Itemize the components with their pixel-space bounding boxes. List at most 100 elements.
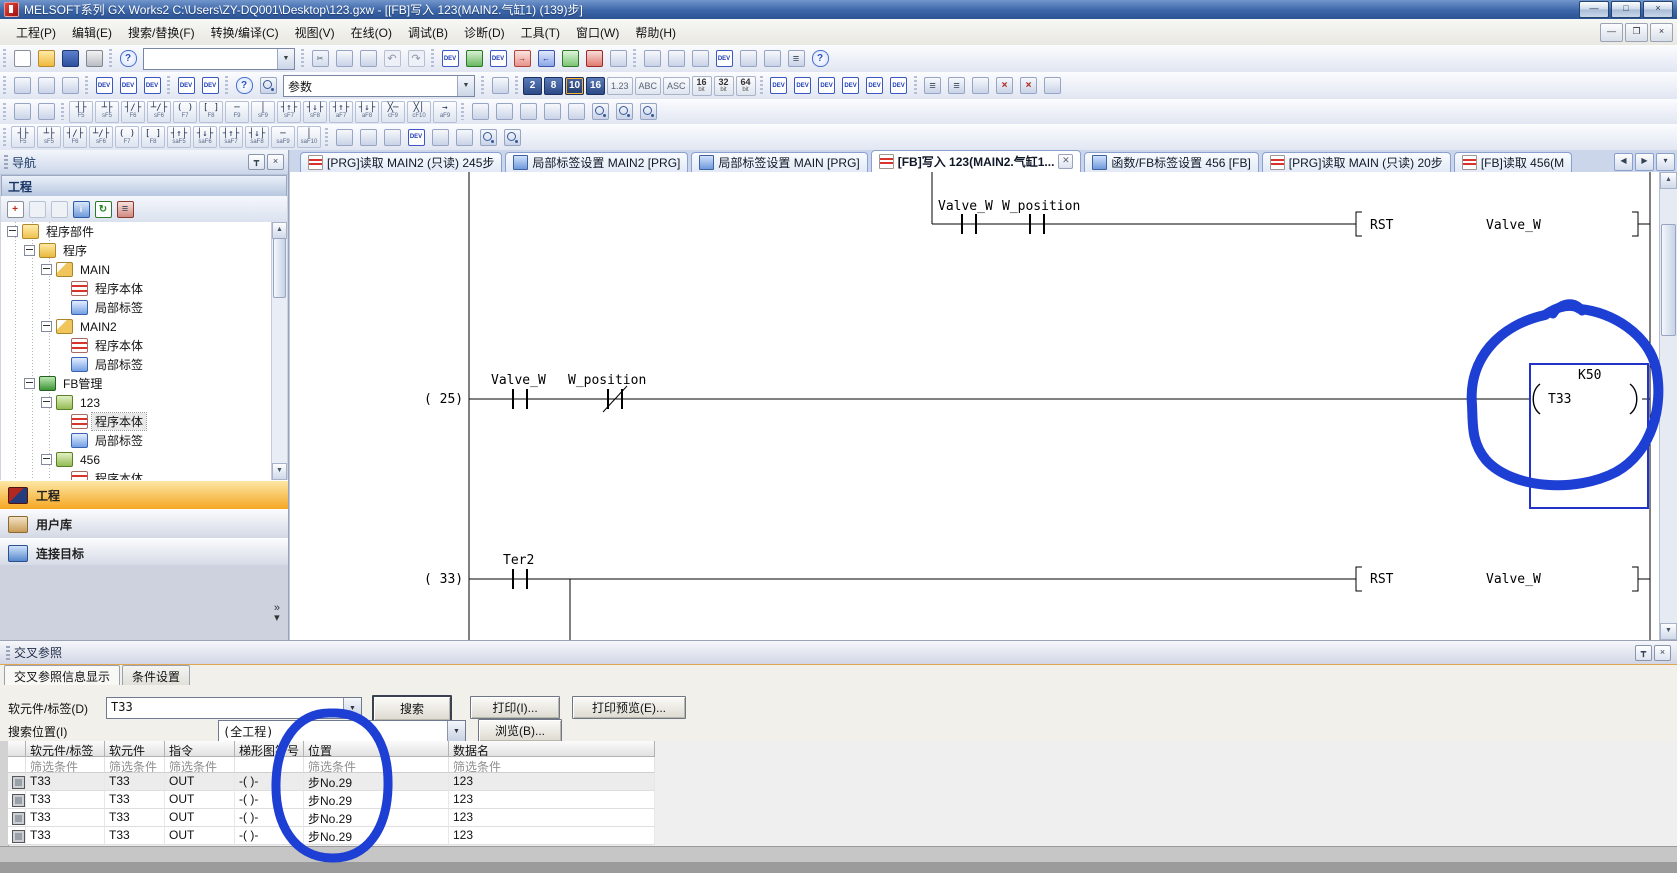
- radix-10-button[interactable]: 10: [565, 77, 584, 95]
- ladder-tool-F7[interactable]: ( )F7: [173, 101, 197, 123]
- device-restore-button[interactable]: [863, 75, 887, 97]
- radix-8-button[interactable]: 8: [544, 77, 563, 95]
- pin-icon[interactable]: ┳: [1635, 645, 1652, 661]
- device-combo[interactable]: T33 ▼: [106, 697, 362, 719]
- tree-item-局部标签[interactable]: 局部标签: [1, 298, 287, 317]
- help2-button[interactable]: [808, 48, 832, 70]
- ladder-tool-aF9[interactable]: →aF9: [433, 101, 457, 123]
- tree-item-程序部件[interactable]: 程序部件: [1, 222, 287, 241]
- write-to-plc-button[interactable]: [510, 48, 534, 70]
- table-row[interactable]: T33T33OUT-( )-步No.29123: [8, 773, 1677, 791]
- tab-list-icon[interactable]: ▾: [1656, 153, 1675, 171]
- program-check-button[interactable]: [462, 48, 486, 70]
- instruction-operand[interactable]: Valve_W: [1486, 572, 1541, 587]
- remote-operation-button[interactable]: [760, 48, 784, 70]
- print-button[interactable]: [82, 48, 106, 70]
- window-close-all-button[interactable]: [1017, 75, 1041, 97]
- print-button[interactable]: 打印(I)...: [470, 696, 560, 719]
- clock-setting-button[interactable]: [736, 48, 760, 70]
- ladder-tool-F5[interactable]: ┤├F5: [69, 101, 93, 123]
- scrollbar-thumb[interactable]: [1661, 224, 1676, 336]
- menu-item-在线(O)[interactable]: 在线(O): [343, 21, 400, 44]
- line-erase-button[interactable]: [516, 101, 540, 123]
- tree-item-程序[interactable]: 程序: [1, 241, 287, 260]
- mdi-restore-button[interactable]: ❐: [1625, 23, 1648, 42]
- ladder-tool-cF9[interactable]: ╳─cF9: [381, 101, 405, 123]
- new-project-button[interactable]: [10, 48, 34, 70]
- monitor-mode-button[interactable]: [640, 48, 664, 70]
- menu-item-视图(V)[interactable]: 视图(V): [287, 21, 343, 44]
- expand-panel-button[interactable]: »▾: [274, 603, 280, 623]
- ladder-tool-aF8[interactable]: ┤↓├aF8: [355, 101, 379, 123]
- ladder-tool-F8[interactable]: [ ]F8: [141, 126, 165, 148]
- paste-item-button[interactable]: [48, 198, 70, 220]
- toolbar-grip[interactable]: [3, 76, 6, 95]
- toolbar-grip[interactable]: [3, 49, 6, 68]
- ladder-tool-F6[interactable]: ┤/├F6: [121, 101, 145, 123]
- bit-64-button[interactable]: 64bit: [736, 76, 756, 96]
- nav-view-button-工程[interactable]: 工程: [0, 480, 288, 511]
- nav-view-button-用户库[interactable]: 用户库: [0, 509, 288, 540]
- menu-item-转换/编译(C)[interactable]: 转换/编译(C): [203, 21, 287, 44]
- watch-register-button[interactable]: [688, 48, 712, 70]
- tree-item-局部标签[interactable]: 局部标签: [1, 431, 287, 450]
- main-toolbar-combo[interactable]: ▼: [143, 48, 295, 70]
- ladder-tool-F7[interactable]: ( )F7: [115, 126, 139, 148]
- sort-descending-button[interactable]: [921, 75, 945, 97]
- redo-button[interactable]: [404, 48, 428, 70]
- tree-expander-icon[interactable]: [41, 397, 52, 408]
- ladder-tool-sF5[interactable]: ┴├sF5: [37, 126, 61, 148]
- toolbar-grip[interactable]: [109, 49, 112, 68]
- device-list-button[interactable]: [116, 75, 140, 97]
- help2-button[interactable]: [232, 75, 256, 97]
- tab-scroll-right-icon[interactable]: ▶: [1635, 153, 1654, 171]
- ladder-tool-sF6[interactable]: ┴/├sF6: [147, 101, 171, 123]
- save-project-button[interactable]: [58, 48, 82, 70]
- editor-scrollbar[interactable]: ▲ ▼: [1659, 172, 1677, 640]
- toolbar-grip[interactable]: [61, 103, 64, 121]
- close-icon[interactable]: ×: [267, 154, 284, 170]
- device-comment-edit-button[interactable]: [404, 126, 428, 148]
- open-project-button[interactable]: [34, 48, 58, 70]
- select-mode-button[interactable]: [10, 101, 34, 123]
- radix-2-button[interactable]: 2: [523, 77, 542, 95]
- table-row[interactable]: T33T33OUT-( )-步No.29123: [8, 791, 1677, 809]
- ladder-tool-saF8[interactable]: ┤↓├saF8: [245, 126, 269, 148]
- ladder-tool-F5[interactable]: ┤├F5: [11, 126, 35, 148]
- device-search-button[interactable]: [198, 75, 222, 97]
- tree-scrollbar[interactable]: ▲ ▼: [271, 222, 287, 480]
- module-configuration-button[interactable]: [34, 75, 58, 97]
- device-save-button[interactable]: [815, 75, 839, 97]
- ladder-tool-saF10[interactable]: │saF10: [297, 126, 321, 148]
- ladder-tool-sF7[interactable]: ┤↑├sF7: [277, 101, 301, 123]
- device-batch-button[interactable]: [140, 75, 164, 97]
- copy-button[interactable]: [332, 48, 356, 70]
- copy-item-button[interactable]: [26, 198, 48, 220]
- all-display-button[interactable]: [428, 126, 452, 148]
- mdi-close-button[interactable]: ×: [1650, 23, 1673, 42]
- toolbar-grip[interactable]: [515, 76, 518, 95]
- new-item-button[interactable]: [4, 198, 26, 220]
- instruction-operand[interactable]: Valve_W: [1486, 218, 1541, 233]
- chevron-down-icon[interactable]: ▼: [277, 49, 294, 69]
- chevron-down-icon[interactable]: ▼: [343, 698, 361, 718]
- tree-item-局部标签[interactable]: 局部标签: [1, 355, 287, 374]
- project-window-button[interactable]: [10, 75, 34, 97]
- parameter-combo[interactable]: 参数▼: [283, 75, 475, 97]
- zoom-magnify-button[interactable]: [500, 126, 524, 148]
- ladder-tool-F6[interactable]: ┤/├F6: [63, 126, 87, 148]
- chevron-down-icon[interactable]: ▼: [457, 76, 474, 96]
- tree-item-程序本体[interactable]: 程序本体: [1, 469, 287, 480]
- table-row[interactable]: T33T33OUT-( )-步No.29123: [8, 809, 1677, 827]
- ladder-tool-sF9[interactable]: │sF9: [251, 101, 275, 123]
- toolbar-grip[interactable]: [3, 128, 6, 146]
- close-button[interactable]: ×: [1643, 1, 1673, 18]
- instruction-text[interactable]: RST: [1370, 572, 1394, 587]
- toolbar-grip[interactable]: [914, 76, 917, 95]
- tab-cross-reference-info[interactable]: 交叉参照信息显示: [4, 665, 120, 687]
- ladder-canvas[interactable]: Valve_W W_position RST Valve_W ( 25) Val…: [290, 172, 1660, 640]
- menu-item-窗口(W)[interactable]: 窗口(W): [568, 21, 627, 44]
- device-save-all-button[interactable]: [839, 75, 863, 97]
- device-display-button[interactable]: [174, 75, 198, 97]
- menu-item-搜索/替换(F)[interactable]: 搜索/替换(F): [120, 21, 203, 44]
